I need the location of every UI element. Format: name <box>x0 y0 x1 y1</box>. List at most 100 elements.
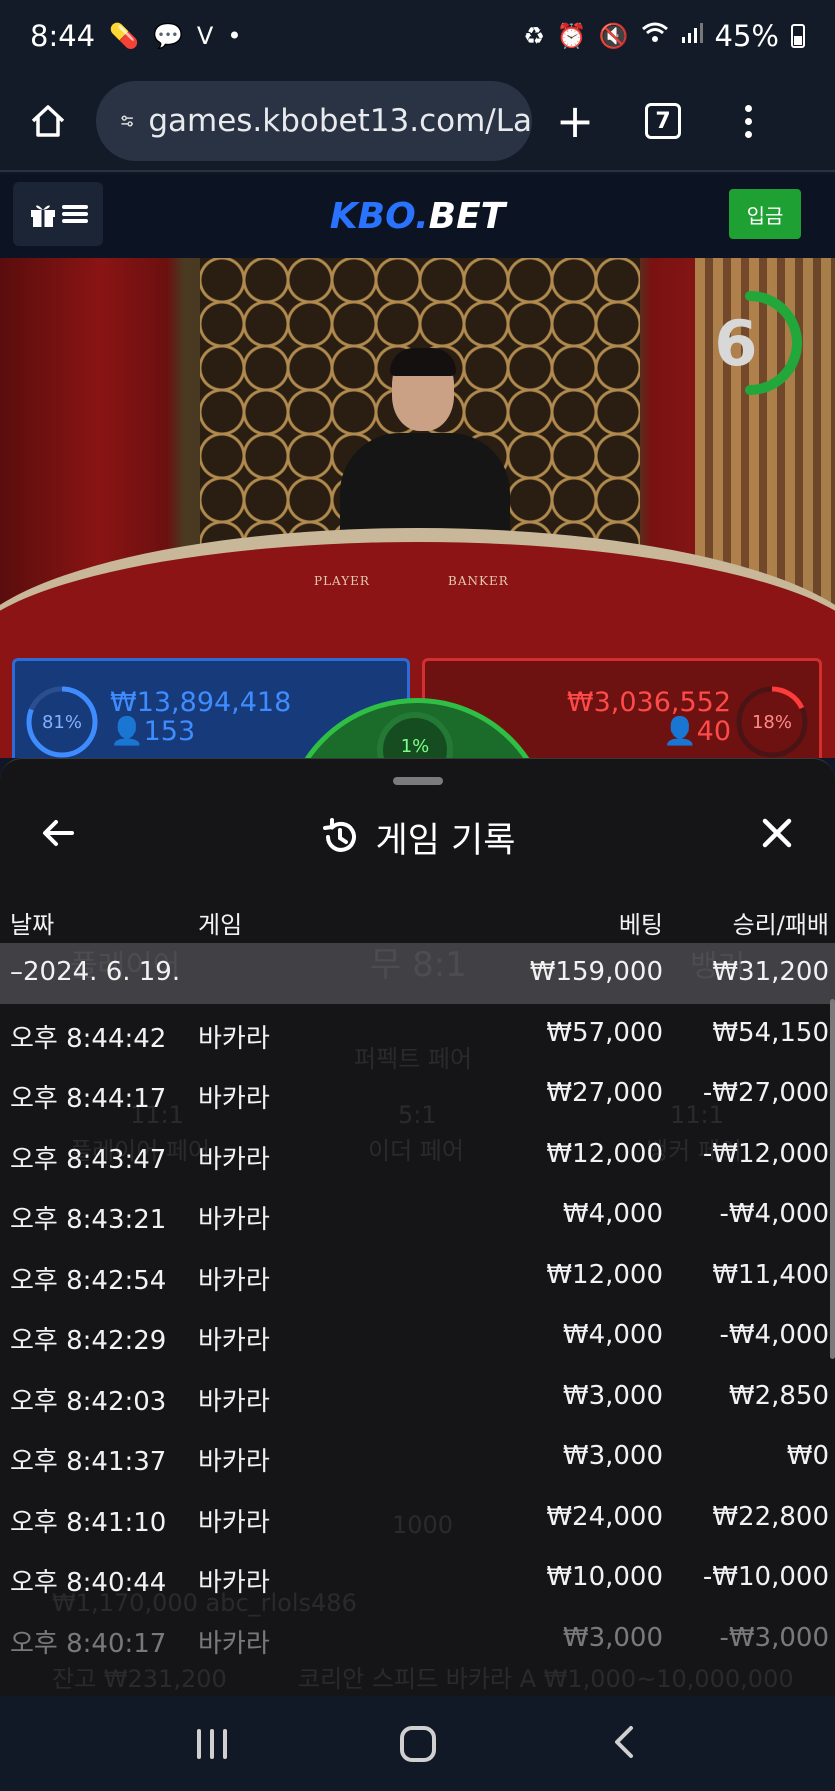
row-time: 오후 8:42:29 <box>10 1326 167 1356</box>
row-time: 오후 8:44:17 <box>10 1084 167 1114</box>
live-game-video[interactable]: PLAYER BANKER 6 81% ₩13,894,418 👤153 ₩3,… <box>0 258 835 758</box>
row-bet: ₩4,000 <box>562 1199 663 1229</box>
row-result: ₩0 <box>786 1441 829 1471</box>
recent-apps-button[interactable] <box>196 1728 227 1759</box>
row-time: 오후 8:40:17 <box>10 1628 167 1659</box>
row-bet: ₩57,000 <box>546 1017 663 1048</box>
row-time: 오후 8:41:10 <box>10 1507 167 1538</box>
date-group-bet: ₩159,000 <box>529 957 663 987</box>
browser-home-button[interactable] <box>0 101 96 141</box>
row-result: ₩54,150 <box>712 1017 829 1048</box>
row-game: 바카라 <box>198 1265 270 1296</box>
row-game: 바카라 <box>198 1568 270 1598</box>
dot-icon: • <box>227 22 242 50</box>
row-game: 바카라 <box>198 1144 270 1175</box>
banker-bettor-count: 40 <box>696 716 731 747</box>
row-result: -₩4,000 <box>719 1320 829 1350</box>
player-bettor-count-row: 👤153 <box>110 715 195 747</box>
tie-percent: 1% <box>400 736 430 757</box>
column-result: 승리/패배 <box>732 911 829 939</box>
banker-bettor-count-row: 👤40 <box>663 715 731 747</box>
row-result: ₩2,850 <box>728 1380 829 1411</box>
row-result: -₩3,000 <box>719 1622 829 1653</box>
url-text: games.kbobet13.com/La <box>148 103 532 139</box>
tab-switcher-button[interactable]: 7 <box>618 103 708 139</box>
site-logo[interactable]: KBO.BET <box>0 196 835 237</box>
banker-amount: ₩3,036,552 <box>566 687 731 718</box>
system-nav-bar <box>0 1696 835 1791</box>
date-group-row[interactable]: –2024. 6. 19. ₩159,000 ₩31,200 <box>0 943 835 1004</box>
row-time: 오후 8:42:03 <box>10 1386 167 1417</box>
table-row[interactable]: 오후 8:44:42 바카라 ₩57,000 ₩54,150 <box>0 1004 835 1065</box>
row-bet: ₩3,000 <box>562 1380 663 1411</box>
table-row[interactable]: 오후 8:43:21 바카라 ₩4,000 -₩4,000 <box>0 1185 835 1246</box>
plus-icon: + <box>555 94 595 148</box>
back-nav-button[interactable] <box>609 1722 639 1766</box>
row-result: -₩10,000 <box>702 1562 829 1592</box>
row-time: 오후 8:43:47 <box>10 1144 167 1175</box>
home-icon <box>31 105 65 137</box>
site-header: KBO.BET 입금 <box>0 174 835 258</box>
table-player-label: PLAYER <box>314 574 370 588</box>
row-time: 오후 8:40:44 <box>10 1568 167 1598</box>
pill-notification-icon: 💊 <box>109 22 140 50</box>
person-icon: 👤 <box>663 716 697 747</box>
row-result: -₩12,000 <box>702 1138 829 1169</box>
browser-menu-button[interactable] <box>708 104 788 138</box>
row-game: 바카라 <box>198 1507 270 1538</box>
screen: 8:44 💊 💬 V • ♻ ⏰ 🔇 45% games.kbobet13.co… <box>0 0 835 1791</box>
row-bet: ₩4,000 <box>562 1320 663 1350</box>
close-button[interactable] <box>757 813 797 853</box>
table-row[interactable]: 오후 8:40:44 바카라 ₩10,000 -₩10,000 <box>0 1548 835 1609</box>
row-time: 오후 8:42:54 <box>10 1265 167 1296</box>
person-icon: 👤 <box>110 716 144 747</box>
wifi-icon <box>641 22 669 50</box>
deposit-button[interactable]: 입금 <box>729 189 801 239</box>
table-row[interactable]: 오후 8:41:37 바카라 ₩3,000 ₩0 <box>0 1427 835 1488</box>
battery-percent: 45% <box>714 19 779 53</box>
row-bet: ₩24,000 <box>546 1501 663 1532</box>
table-banker-label: BANKER <box>448 574 509 588</box>
history-scrollbar[interactable] <box>830 999 835 1359</box>
row-time: 오후 8:43:21 <box>10 1205 167 1235</box>
column-bet: 베팅 <box>618 911 663 939</box>
row-result: -₩4,000 <box>719 1199 829 1229</box>
alarm-icon: ⏰ <box>556 22 587 50</box>
row-bet: ₩12,000 <box>546 1259 663 1290</box>
banker-percent: 18% <box>751 711 792 733</box>
table-row[interactable]: 오후 8:42:03 바카라 ₩3,000 ₩2,850 <box>0 1367 835 1428</box>
row-game: 바카라 <box>198 1628 270 1659</box>
row-game: 바카라 <box>198 1205 270 1235</box>
recycle-icon: ♻ <box>523 22 545 50</box>
history-table-header: 날짜 게임 베팅 승리/패배 <box>0 899 835 943</box>
sheet-drag-handle[interactable] <box>393 777 443 785</box>
row-time: 오후 8:44:42 <box>10 1023 167 1054</box>
history-icon <box>322 818 356 852</box>
row-game: 바카라 <box>198 1447 270 1477</box>
row-game: 바카라 <box>198 1023 270 1054</box>
table-row[interactable]: 오후 8:42:29 바카라 ₩4,000 -₩4,000 <box>0 1306 835 1367</box>
row-game: 바카라 <box>198 1326 270 1356</box>
table-row[interactable]: 오후 8:42:54 바카라 ₩12,000 ₩11,400 <box>0 1246 835 1307</box>
new-tab-button[interactable]: + <box>532 94 618 148</box>
column-date: 날짜 <box>10 911 55 939</box>
column-game: 게임 <box>198 911 243 939</box>
player-percent: 81% <box>41 711 82 733</box>
status-bar: 8:44 💊 💬 V • ♻ ⏰ 🔇 45% <box>0 0 835 72</box>
tab-count: 7 <box>645 103 681 139</box>
app-notification-icon: V <box>196 22 214 50</box>
table-row[interactable]: 오후 8:40:17 바카라 ₩3,000 -₩3,000 <box>0 1609 835 1670</box>
game-history-sheet: 플레이어 무 8:1 뱅커 퍼펙트 페어 5:1 이더 페어 11:1 플레이어… <box>0 758 835 1696</box>
row-bet: ₩12,000 <box>546 1138 663 1169</box>
address-bar[interactable]: games.kbobet13.com/La <box>96 81 532 161</box>
table-row[interactable]: 오후 8:41:10 바카라 ₩24,000 ₩22,800 <box>0 1488 835 1549</box>
table-row[interactable]: 오후 8:44:17 바카라 ₩27,000 -₩27,000 <box>0 1064 835 1125</box>
table-row[interactable]: 오후 8:43:47 바카라 ₩12,000 -₩12,000 <box>0 1125 835 1186</box>
site-settings-icon[interactable] <box>120 106 134 136</box>
row-game: 바카라 <box>198 1084 270 1114</box>
row-result: -₩27,000 <box>702 1078 829 1108</box>
home-button[interactable] <box>399 1725 436 1762</box>
mute-icon: 🔇 <box>598 22 629 50</box>
chevron-left-icon <box>614 1725 633 1758</box>
chat-notification-icon: 💬 <box>153 22 183 50</box>
